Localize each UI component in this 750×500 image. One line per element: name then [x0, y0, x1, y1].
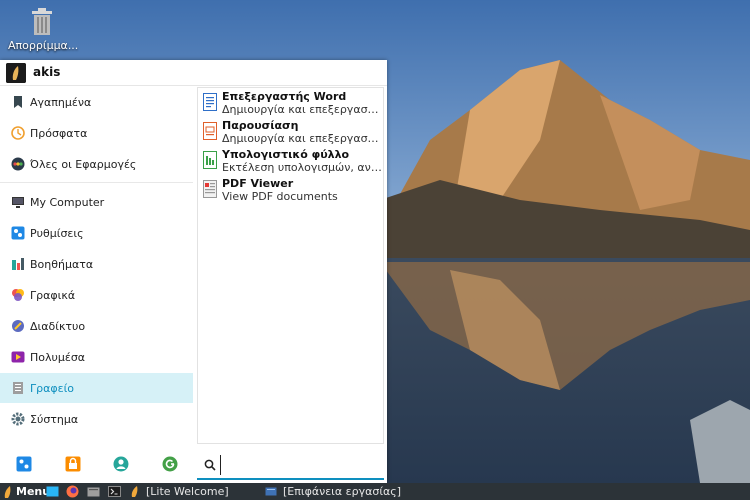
document-icon: [203, 93, 217, 111]
app-word-processor[interactable]: Επεξεργαστής Word Δημιουργία και επεξεργ…: [203, 90, 382, 118]
username: akis: [33, 65, 61, 79]
taskbar: Menu [Lite Welcome] [Επιφάνεια εργασίας]: [0, 483, 750, 500]
category-label: Σύστημα: [30, 412, 79, 426]
multimedia-icon: [11, 350, 25, 364]
app-name: PDF Viewer: [222, 177, 294, 190]
category-multimedia[interactable]: Πολυμέσα: [0, 342, 193, 372]
avatar[interactable]: [6, 63, 26, 83]
category-recent[interactable]: Πρόσφατα: [0, 118, 193, 148]
category-my-computer[interactable]: My Computer: [0, 187, 193, 217]
task-label: [Επιφάνεια εργασίας]: [283, 485, 402, 498]
welcome-icon: [128, 486, 140, 497]
trash-label: Απορρίμμα...: [8, 39, 79, 52]
presentation-icon: [203, 122, 217, 140]
menu-logo-icon: [2, 485, 12, 498]
app-name: Υπολογιστικό φύλλο: [222, 148, 350, 161]
firefox-icon[interactable]: [66, 485, 79, 498]
category-internet[interactable]: Διαδίκτυο: [0, 311, 193, 341]
logout-icon[interactable]: [162, 456, 178, 472]
user-account-icon[interactable]: [113, 456, 129, 472]
category-label: Βοηθήματα: [30, 257, 94, 271]
category-label: Όλες οι Εφαρμογές: [30, 157, 137, 171]
app-pdf-viewer[interactable]: PDF Viewer View PDF documents: [203, 177, 381, 205]
app-list: Επεξεργαστής Word Δημιουργία και επεξεργ…: [197, 87, 384, 444]
apps-icon: [11, 157, 25, 171]
menu-label: Menu: [16, 485, 51, 498]
desktop-trash[interactable]: Απορρίμμα...: [8, 6, 79, 52]
app-name: Επεξεργαστής Word: [222, 90, 347, 103]
category-label: Γραφείο: [30, 381, 75, 395]
spreadsheet-icon: [203, 151, 217, 169]
app-presentation[interactable]: Παρουσίαση Δημιουργία και επεξεργασία πα…: [203, 119, 382, 147]
task-lite-welcome[interactable]: [Lite Welcome]: [128, 483, 229, 500]
app-description: View PDF documents: [222, 190, 338, 203]
show-desktop-icon[interactable]: [46, 485, 59, 498]
accessories-icon: [11, 257, 25, 271]
clock-icon: [11, 126, 25, 140]
menu-button[interactable]: Menu: [2, 483, 50, 500]
pdf-icon: [203, 180, 217, 198]
category-label: Αγαπημένα: [30, 95, 92, 109]
task-label: [Lite Welcome]: [146, 485, 229, 498]
file-manager-icon[interactable]: [87, 485, 100, 498]
graphics-icon: [11, 288, 25, 302]
app-spreadsheet[interactable]: Υπολογιστικό φύλλο Εκτέλεση υπολογισμών,…: [203, 148, 382, 176]
lock-screen-icon[interactable]: [65, 456, 81, 472]
menu-header: akis: [0, 60, 387, 86]
office-icon: [11, 381, 25, 395]
settings-shortcut-icon[interactable]: [16, 456, 32, 472]
search-icon: [204, 459, 216, 471]
quick-actions: [0, 447, 193, 483]
category-label: Πολυμέσα: [30, 350, 86, 364]
category-accessories[interactable]: Βοηθήματα: [0, 249, 193, 279]
trash-icon: [28, 6, 56, 36]
app-description: Εκτέλεση υπολογισμών, ανάλυση: [222, 161, 382, 174]
category-graphics[interactable]: Γραφικά: [0, 280, 193, 310]
search-input[interactable]: [220, 455, 378, 475]
category-favorites[interactable]: Αγαπημένα: [0, 87, 193, 117]
category-label: Ρυθμίσεις: [30, 226, 84, 240]
gear-icon: [11, 412, 25, 426]
category-list: Αγαπημένα Πρόσφατα Όλες οι Εφαρμογές My …: [0, 87, 193, 447]
category-label: Πρόσφατα: [30, 126, 88, 140]
category-all-apps[interactable]: Όλες οι Εφαρμογές: [0, 149, 193, 179]
task-desktop-folder[interactable]: [Επιφάνεια εργασίας]: [265, 483, 401, 500]
start-menu: akis Αγαπημένα Πρόσφατα Όλες οι Εφαρμογέ…: [0, 60, 387, 483]
internet-icon: [11, 319, 25, 333]
settings-icon: [11, 226, 25, 240]
app-description: Δημιουργία και επεξεργασία κειμένου: [222, 103, 382, 116]
category-settings[interactable]: Ρυθμίσεις: [0, 218, 193, 248]
app-description: Δημιουργία και επεξεργασία παρουσιάσεων: [222, 132, 382, 145]
category-system[interactable]: Σύστημα: [0, 404, 193, 434]
category-label: My Computer: [30, 195, 105, 209]
terminal-icon[interactable]: [108, 485, 121, 498]
category-label: Γραφικά: [30, 288, 76, 302]
category-label: Διαδίκτυο: [30, 319, 86, 333]
desktop-folder-icon: [265, 486, 277, 497]
bookmark-icon: [11, 95, 25, 109]
search-box: [197, 450, 384, 480]
app-name: Παρουσίαση: [222, 119, 299, 132]
category-divider: [0, 182, 193, 183]
monitor-icon: [11, 195, 25, 209]
category-office[interactable]: Γραφείο: [0, 373, 193, 403]
